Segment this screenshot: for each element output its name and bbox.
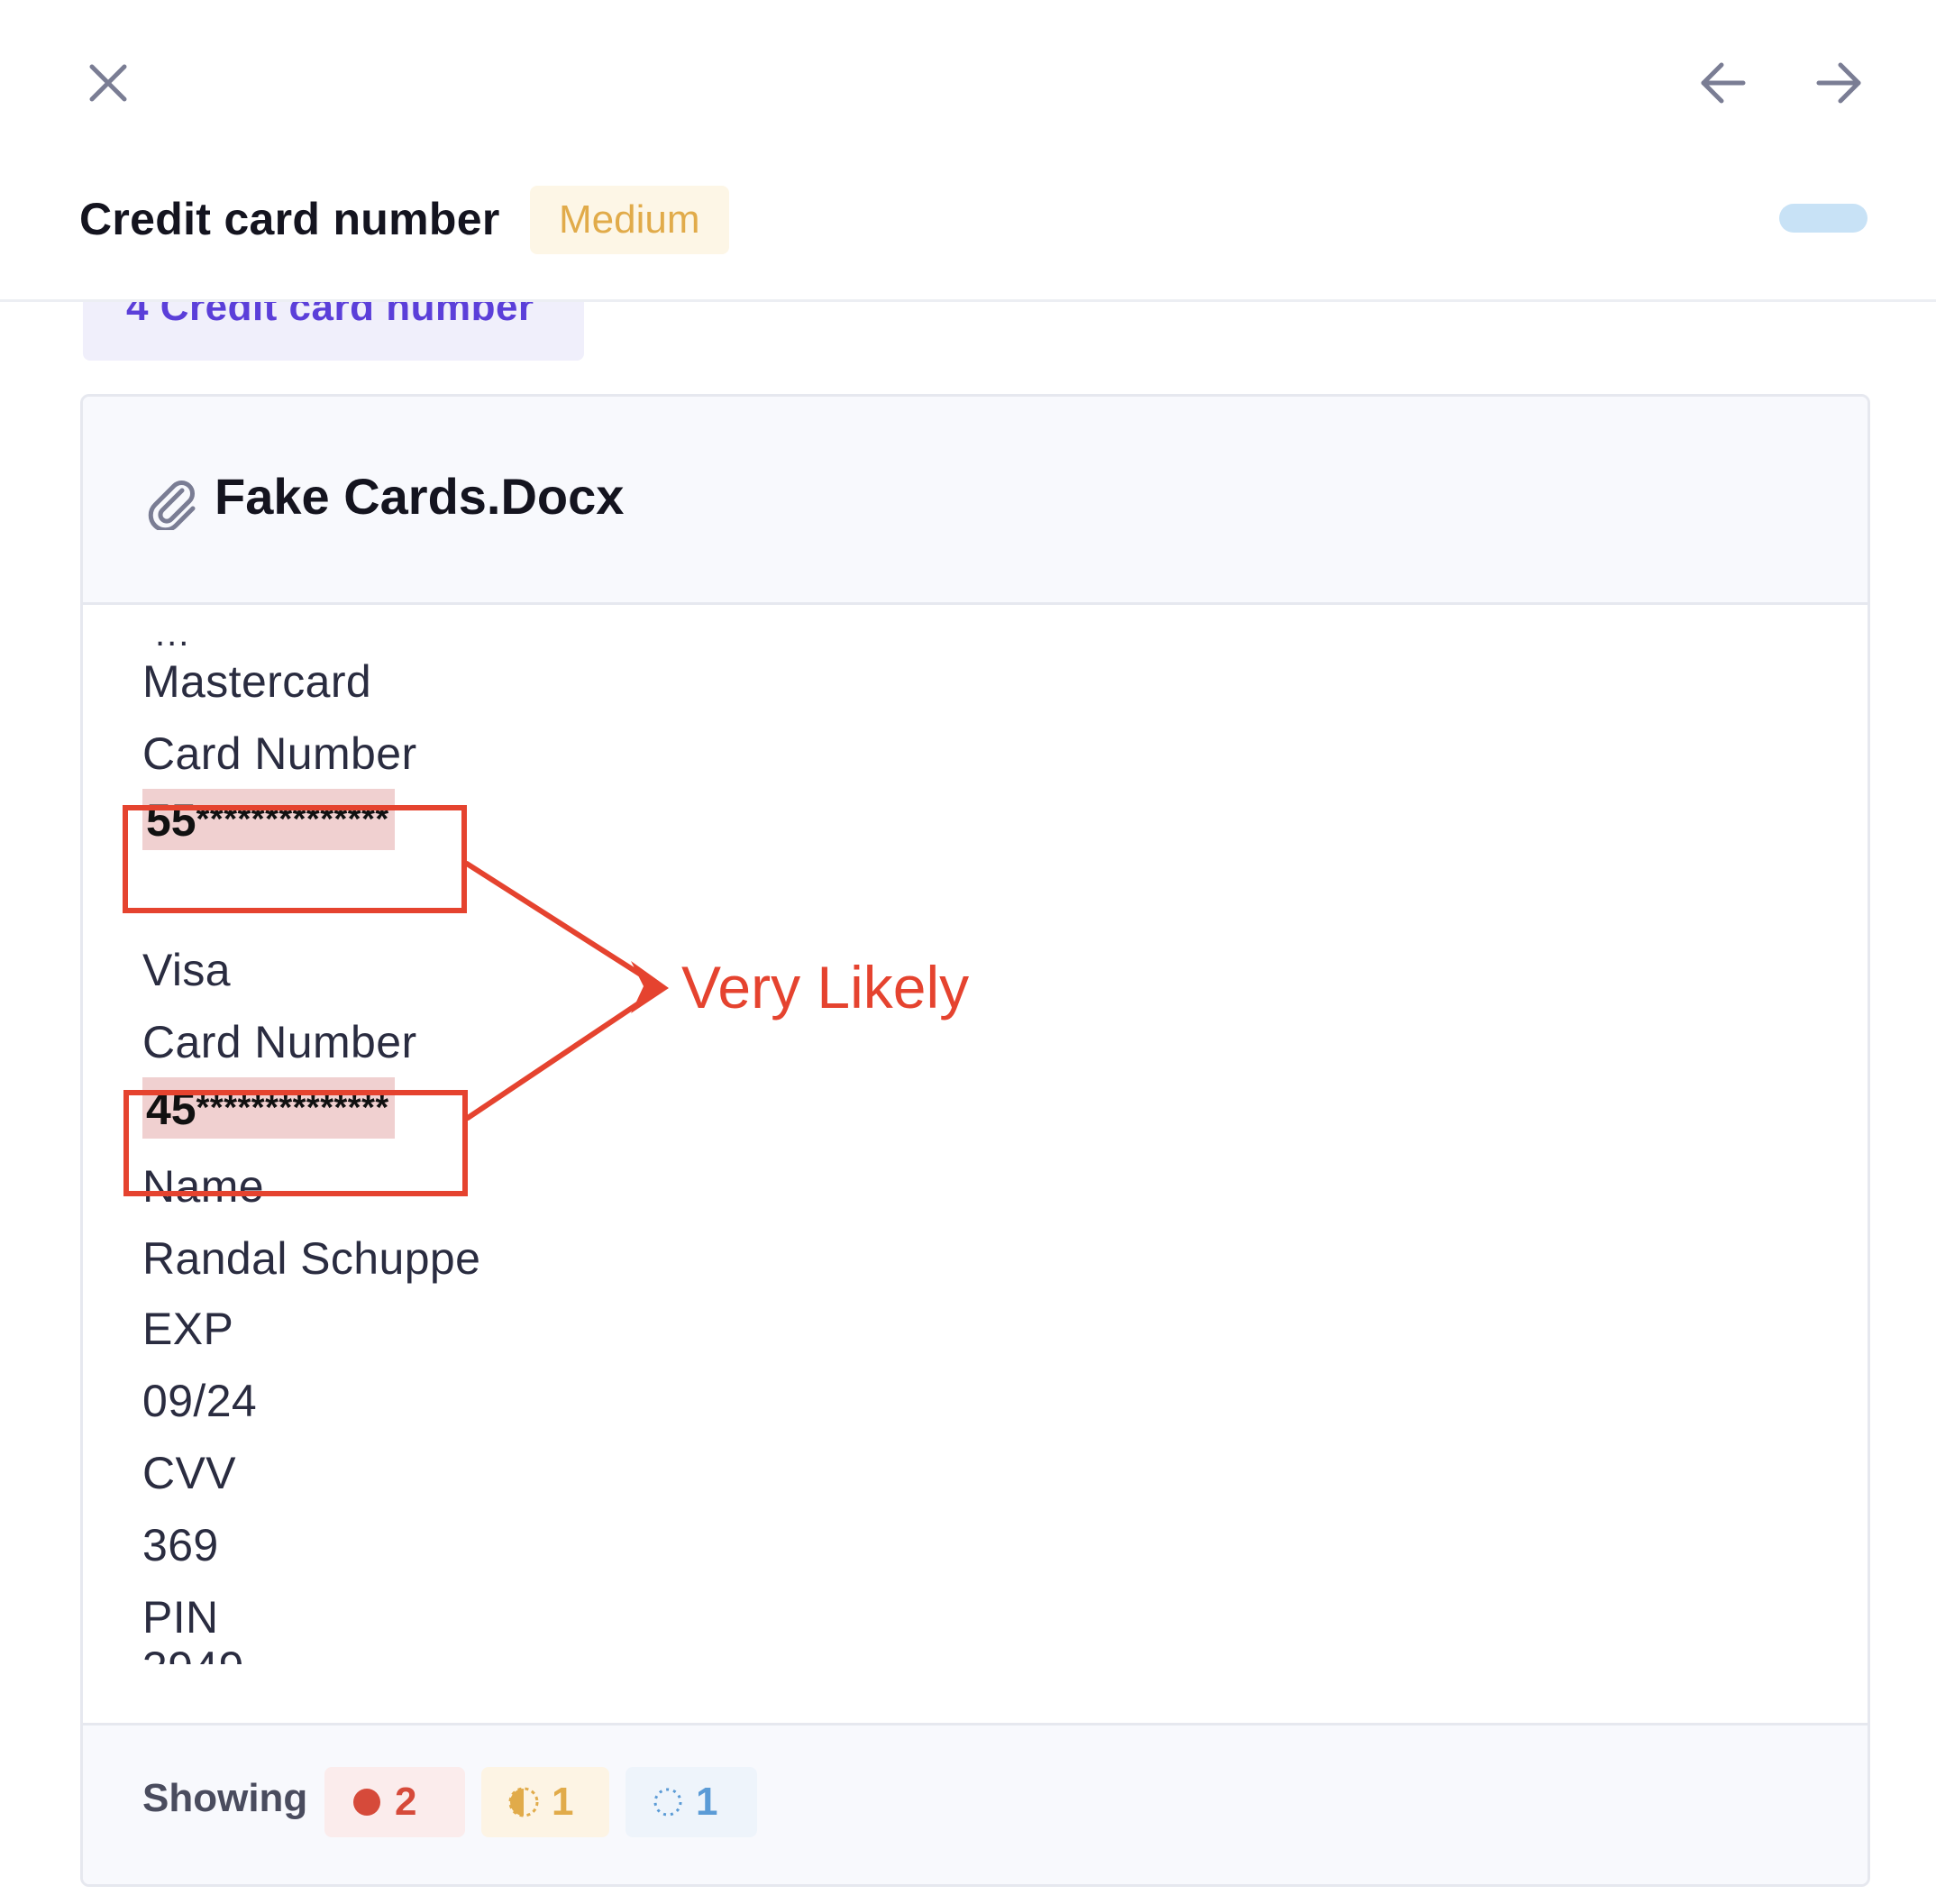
line-exp-label: EXP — [142, 1304, 234, 1354]
annotation-box-visa — [123, 1090, 468, 1196]
line-cvv-value: 369 — [142, 1520, 219, 1570]
document-header: Fake Cards.Docx — [83, 397, 1868, 605]
line-card-number-label: Card Number — [142, 1017, 417, 1067]
line-pin-label: PIN — [142, 1592, 219, 1643]
line-pin-value: 3949 — [142, 1642, 244, 1664]
very-likely-count-chip[interactable]: 2 — [324, 1767, 465, 1837]
close-icon[interactable] — [83, 58, 133, 108]
filled-circle-icon — [353, 1789, 380, 1816]
possible-count: 1 — [696, 1780, 718, 1824]
dotted-circle-icon — [653, 1788, 682, 1817]
finding-header: Credit card number Medium — [0, 177, 1936, 302]
very-likely-count: 2 — [395, 1780, 417, 1824]
arrow-right-icon[interactable] — [1812, 58, 1866, 108]
possible-count-chip[interactable]: 1 — [626, 1767, 757, 1837]
line-card-number-label: Card Number — [142, 728, 417, 779]
status-pill[interactable] — [1779, 204, 1868, 233]
annotation-label: Very Likely — [681, 954, 970, 1021]
half-circle-icon — [508, 1787, 539, 1817]
likely-count: 1 — [552, 1780, 574, 1824]
line-brand-mastercard: Mastercard — [142, 656, 372, 707]
arrow-left-icon[interactable] — [1696, 58, 1750, 108]
line-brand-visa: Visa — [142, 945, 231, 995]
document-title: Fake Cards.Docx — [215, 468, 625, 525]
line-name-value: Randal Schuppe — [142, 1233, 481, 1284]
likely-count-chip[interactable]: 1 — [481, 1767, 609, 1837]
line-exp-value: 09/24 — [142, 1376, 258, 1426]
ellipsis-text: ... — [155, 614, 191, 654]
severity-badge: Medium — [530, 186, 729, 254]
line-cvv-label: CVV — [142, 1448, 237, 1498]
annotation-box-mastercard — [123, 805, 467, 913]
document-footer: Showing 2 1 1 — [83, 1723, 1868, 1884]
showing-label: Showing — [142, 1776, 308, 1820]
page-title: Credit card number — [79, 194, 500, 244]
paperclip-icon — [148, 481, 196, 530]
